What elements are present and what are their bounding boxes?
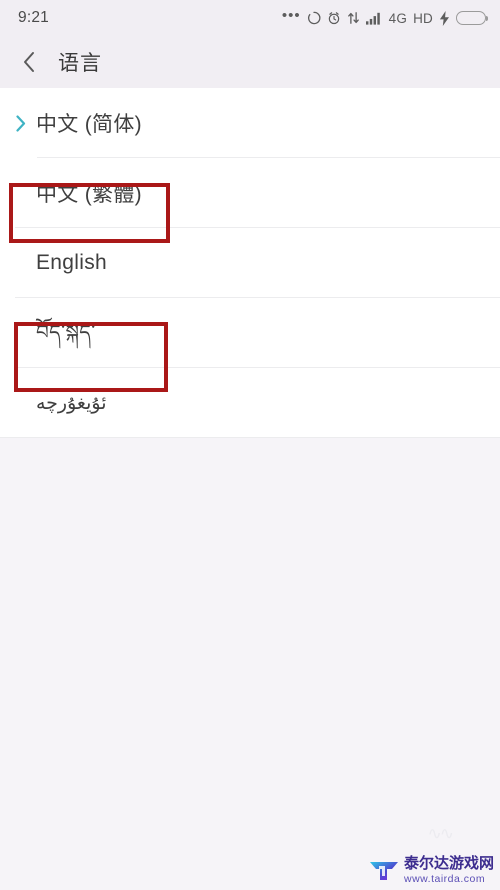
language-item-english[interactable]: English: [0, 228, 500, 298]
network-type-label: 4G: [388, 10, 408, 26]
battery-icon: [456, 11, 488, 25]
signal-bars-icon: [365, 11, 383, 25]
watermark-site-name: 泰尔达游戏网: [403, 854, 494, 872]
site-watermark: 泰尔达游戏网 www.tairda.com: [369, 855, 494, 885]
language-item-chinese-simplified[interactable]: 中文 (简体): [0, 88, 500, 158]
language-list: 中文 (简体) 中文 (繁體) English བོད་སྐད་ ئۇيغۇرچ…: [0, 88, 500, 438]
language-item-chinese-traditional[interactable]: 中文 (繁體): [0, 158, 500, 228]
hd-voice-label: HD: [413, 10, 433, 26]
data-transfer-icon: [347, 11, 360, 25]
language-item-uyghur[interactable]: ئۇيغۇرچە: [0, 368, 500, 438]
charging-bolt-icon: [439, 10, 450, 26]
status-bar: 9:21 ••• 4G HD: [0, 0, 500, 36]
status-bar-icon-group: ••• 4G HD: [281, 7, 488, 26]
alarm-clock-icon: [327, 11, 341, 25]
back-icon[interactable]: [18, 51, 40, 73]
status-bar-clock: 9:21: [18, 9, 49, 26]
more-dots-icon: •••: [281, 7, 301, 24]
language-item-label: 中文 (繁體): [36, 183, 142, 206]
language-item-tibetan[interactable]: བོད་སྐད་: [0, 298, 500, 368]
list-divider: [0, 437, 500, 438]
language-item-label: བོད་སྐད་: [36, 322, 96, 344]
sync-circle-icon: [307, 11, 321, 25]
selected-chevron-icon: [16, 114, 30, 132]
watermark-url: www.tairda.com: [403, 872, 486, 885]
language-item-label: 中文 (简体): [36, 113, 142, 136]
language-item-label: ئۇيغۇرچە: [36, 392, 107, 414]
page-header: 语言: [0, 36, 500, 88]
watermark-text: 泰尔达游戏网 www.tairda.com: [404, 856, 494, 885]
faint-artifact-icon: ∿∿: [427, 824, 454, 843]
page-title: 语言: [58, 52, 102, 75]
watermark-logo-icon: [369, 855, 399, 885]
language-item-label: English: [36, 251, 107, 274]
